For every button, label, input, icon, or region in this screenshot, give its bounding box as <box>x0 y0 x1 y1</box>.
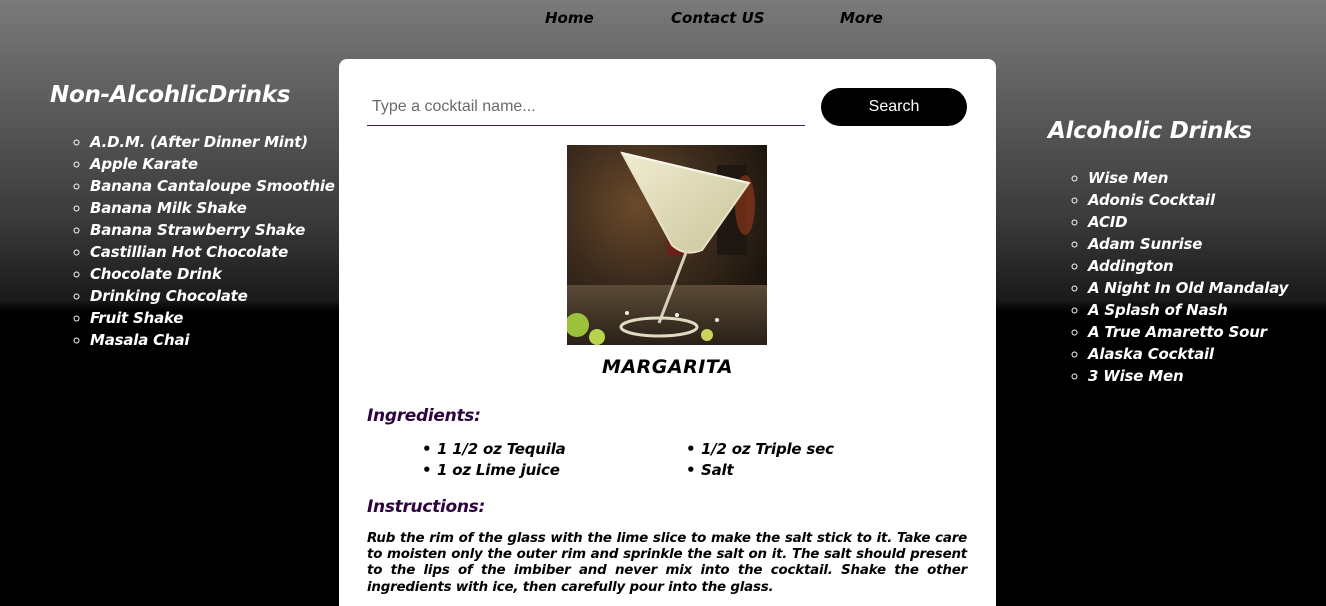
list-item[interactable]: Banana Strawberry Shake <box>90 219 335 241</box>
top-nav: Home Contact US More <box>545 9 945 31</box>
list-item[interactable]: A.D.M. (After Dinner Mint) <box>90 131 335 153</box>
nav-more-link[interactable]: More <box>840 9 883 27</box>
ingredient-item: Salt <box>686 461 734 479</box>
list-item[interactable]: Chocolate Drink <box>90 263 335 285</box>
list-item[interactable]: Wise Men <box>1088 167 1288 189</box>
alcoholic-title: Alcoholic Drinks <box>1048 118 1252 144</box>
list-item[interactable]: Apple Karate <box>90 153 335 175</box>
drink-name: MARGARITA <box>602 356 733 378</box>
list-item[interactable]: Castillian Hot Chocolate <box>90 241 335 263</box>
nav-contact-link[interactable]: Contact US <box>671 9 765 27</box>
instructions-text: Rub the rim of the glass with the lime s… <box>367 531 967 595</box>
drink-card: Search <box>339 59 996 606</box>
list-item[interactable]: Masala Chai <box>90 329 335 351</box>
ingredient-item: 1/2 oz Triple sec <box>686 440 834 458</box>
cocktail-glass-photo-icon <box>567 145 767 345</box>
instructions-heading: Instructions: <box>367 497 485 517</box>
list-item[interactable]: Drinking Chocolate <box>90 285 335 307</box>
list-item[interactable]: Banana Milk Shake <box>90 197 335 219</box>
search-input[interactable] <box>367 89 805 126</box>
list-item[interactable]: Addington <box>1088 255 1288 277</box>
non-alcoholic-list: A.D.M. (After Dinner Mint) Apple Karate … <box>90 131 335 351</box>
list-item[interactable]: Banana Cantaloupe Smoothie <box>90 175 335 197</box>
ingredient-item: 1 1/2 oz Tequila <box>422 440 566 458</box>
ingredient-item: 1 oz Lime juice <box>422 461 560 479</box>
ingredients-heading: Ingredients: <box>367 406 481 426</box>
list-item[interactable]: A Splash of Nash <box>1088 299 1288 321</box>
list-item[interactable]: Adam Sunrise <box>1088 233 1288 255</box>
list-item[interactable]: A Night In Old Mandalay <box>1088 277 1288 299</box>
non-alcoholic-title: Non-AlcohlicDrinks <box>50 82 291 108</box>
list-item[interactable]: Adonis Cocktail <box>1088 189 1288 211</box>
list-item[interactable]: A True Amaretto Sour <box>1088 321 1288 343</box>
nav-home-link[interactable]: Home <box>545 9 594 27</box>
search-button[interactable]: Search <box>821 88 967 126</box>
list-item[interactable]: Alaska Cocktail <box>1088 343 1288 365</box>
list-item[interactable]: 3 Wise Men <box>1088 365 1288 387</box>
list-item[interactable]: Fruit Shake <box>90 307 335 329</box>
alcoholic-list: Wise Men Adonis Cocktail ACID Adam Sunri… <box>1088 167 1288 387</box>
list-item[interactable]: ACID <box>1088 211 1288 233</box>
